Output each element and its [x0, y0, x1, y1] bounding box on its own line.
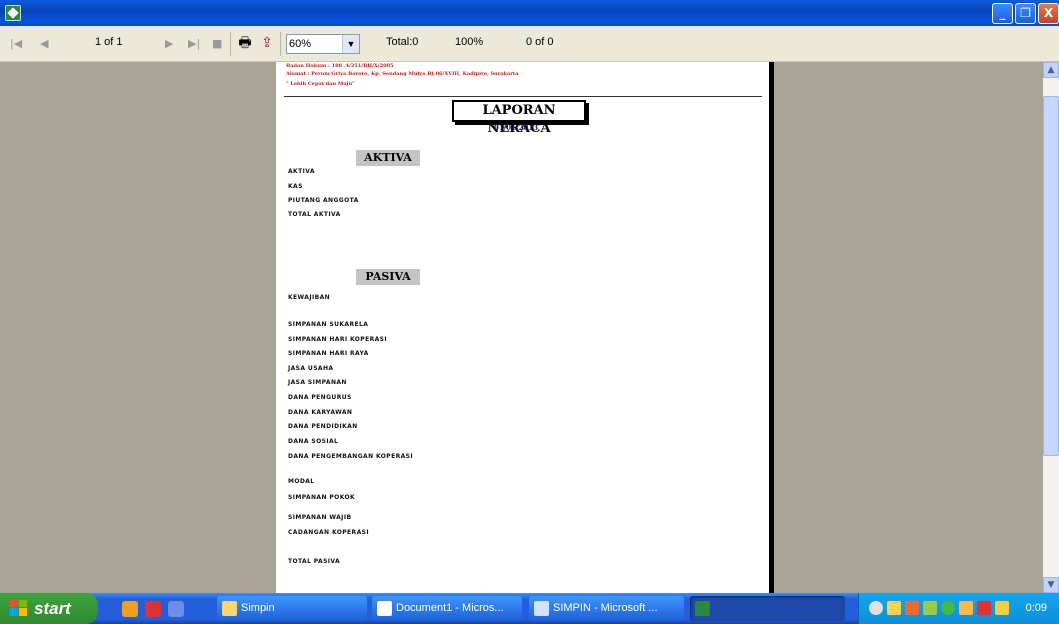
stop-icon[interactable]: ■	[212, 37, 222, 50]
task-label: Document1 - Micros...	[396, 602, 504, 614]
tray-icon[interactable]	[995, 601, 1009, 615]
clock: 0:09	[1025, 602, 1047, 614]
scroll-thumb[interactable]	[1043, 96, 1059, 456]
header-divider	[284, 96, 762, 97]
pasiva-item: SIMPANAN SUKARELA	[288, 321, 369, 328]
export-icon[interactable]: ⇪	[258, 34, 276, 52]
report-date: 01/01/2013	[494, 123, 539, 132]
minimize-button[interactable]: _	[992, 3, 1013, 24]
pasiva-item: SIMPANAN HARI RAYA	[288, 350, 369, 357]
report-viewer: Badan Hukum : 188 .4/251/BH/X/2005 Alama…	[0, 62, 1043, 593]
tray-icon[interactable]	[923, 601, 937, 615]
tray-icon[interactable]	[941, 601, 955, 615]
prev-page-icon[interactable]: ◀	[40, 37, 48, 50]
app-icon	[695, 601, 710, 616]
header-line: Badan Hukum : 188 .4/251/BH/X/2005	[286, 63, 394, 69]
task-button-simpin[interactable]: Simpin	[217, 596, 367, 621]
toolbar-separator	[280, 32, 281, 56]
tray-icon[interactable]	[977, 601, 991, 615]
task-label: Simpin	[241, 602, 275, 614]
printer-icon[interactable]: 🖶	[236, 34, 254, 52]
pasiva-item: DANA PENGEMBANGAN KOPERASI	[288, 453, 414, 460]
app-icon	[534, 601, 549, 616]
word-icon	[377, 601, 392, 616]
first-page-icon[interactable]: |◀	[10, 37, 22, 50]
toolbar-separator	[230, 32, 231, 56]
aktiva-item: TOTAL AKTIVA	[288, 211, 341, 218]
pasiva-item: MODAL	[288, 478, 315, 485]
tray-icon[interactable]	[905, 601, 919, 615]
windows-logo-icon	[10, 600, 27, 616]
pasiva-item: DANA PENDIDIKAN	[288, 423, 358, 430]
aktiva-item: PIUTANG ANGGOTA	[288, 197, 359, 204]
pasiva-item: SIMPANAN HARI KOPERASI	[288, 336, 387, 343]
pasiva-item: DANA KARYAWAN	[288, 409, 353, 416]
task-button-simpin-microsoft[interactable]: SIMPIN - Microsoft ...	[529, 596, 684, 621]
zoom-select[interactable]: 60% ▼	[286, 34, 360, 54]
quicklaunch-icon[interactable]	[122, 601, 138, 617]
scroll-up-icon[interactable]: ▲	[1043, 62, 1059, 78]
title-bar: _ ❐ X	[0, 0, 1059, 26]
pasiva-item: TOTAL PASIVA	[288, 558, 341, 565]
zoom-value: 60%	[289, 38, 312, 50]
restore-button[interactable]: ❐	[1015, 3, 1036, 24]
pasiva-item: JASA SIMPANAN	[288, 379, 347, 386]
pasiva-item: DANA SOSIAL	[288, 438, 339, 445]
task-button-report[interactable]	[690, 596, 845, 621]
folder-icon	[222, 601, 237, 616]
quicklaunch-icon[interactable]	[168, 601, 184, 617]
aktiva-item: AKTIVA	[288, 168, 315, 175]
task-button-document1[interactable]: Document1 - Micros...	[372, 596, 522, 621]
page-indicator: 1 of 1	[95, 36, 123, 48]
header-line: " Lebih Cepat dan Maju"	[286, 81, 355, 87]
tray-icon[interactable]	[869, 601, 883, 615]
scroll-down-icon[interactable]: ▼	[1043, 577, 1059, 593]
pasiva-item: CADANGAN KOPERASI	[288, 529, 369, 536]
match-label: 0 of 0	[526, 36, 554, 48]
start-label: start	[34, 599, 71, 618]
start-button[interactable]: start	[0, 593, 98, 624]
pasiva-item: JASA USAHA	[288, 365, 334, 372]
pasiva-item: KEWAJIBAN	[288, 294, 331, 301]
pasiva-item: SIMPANAN POKOK	[288, 494, 356, 501]
tray-icon[interactable]	[887, 601, 901, 615]
chevron-down-icon[interactable]: ▼	[342, 35, 359, 53]
total-label: Total:0	[386, 36, 419, 48]
aktiva-heading: AKTIVA	[356, 150, 420, 166]
task-label: SIMPIN - Microsoft ...	[553, 602, 658, 614]
app-icon[interactable]	[5, 5, 21, 21]
pasiva-heading: PASIVA	[356, 269, 420, 285]
report-title: LAPORAN NERACA	[452, 100, 586, 136]
taskbar: start Simpin Document1 - Micros... SIMPI…	[0, 593, 1059, 624]
last-page-icon[interactable]: ▶|	[188, 37, 200, 50]
report-page: Badan Hukum : 188 .4/251/BH/X/2005 Alama…	[276, 62, 774, 593]
quicklaunch-icon[interactable]	[145, 601, 161, 617]
aktiva-item: KAS	[288, 183, 303, 190]
close-button[interactable]: X	[1038, 3, 1059, 24]
vertical-scrollbar[interactable]: ▲ ▼	[1043, 62, 1059, 593]
pasiva-item: DANA PENGURUS	[288, 394, 352, 401]
next-page-icon[interactable]: ▶	[165, 37, 173, 50]
header-line: Alamat : Perum Griya Bororo, Kp. Sendang…	[286, 71, 519, 77]
percent-label: 100%	[455, 36, 484, 48]
system-tray: 0:09	[858, 593, 1059, 624]
tray-icon[interactable]	[959, 601, 973, 615]
pasiva-item: SIMPANAN WAJIB	[288, 514, 352, 521]
report-toolbar: |◀ ◀ 1 of 1 ▶ ▶| ■ 🖶 ⇪ 60% ▼ Total:0 100…	[0, 26, 1059, 62]
